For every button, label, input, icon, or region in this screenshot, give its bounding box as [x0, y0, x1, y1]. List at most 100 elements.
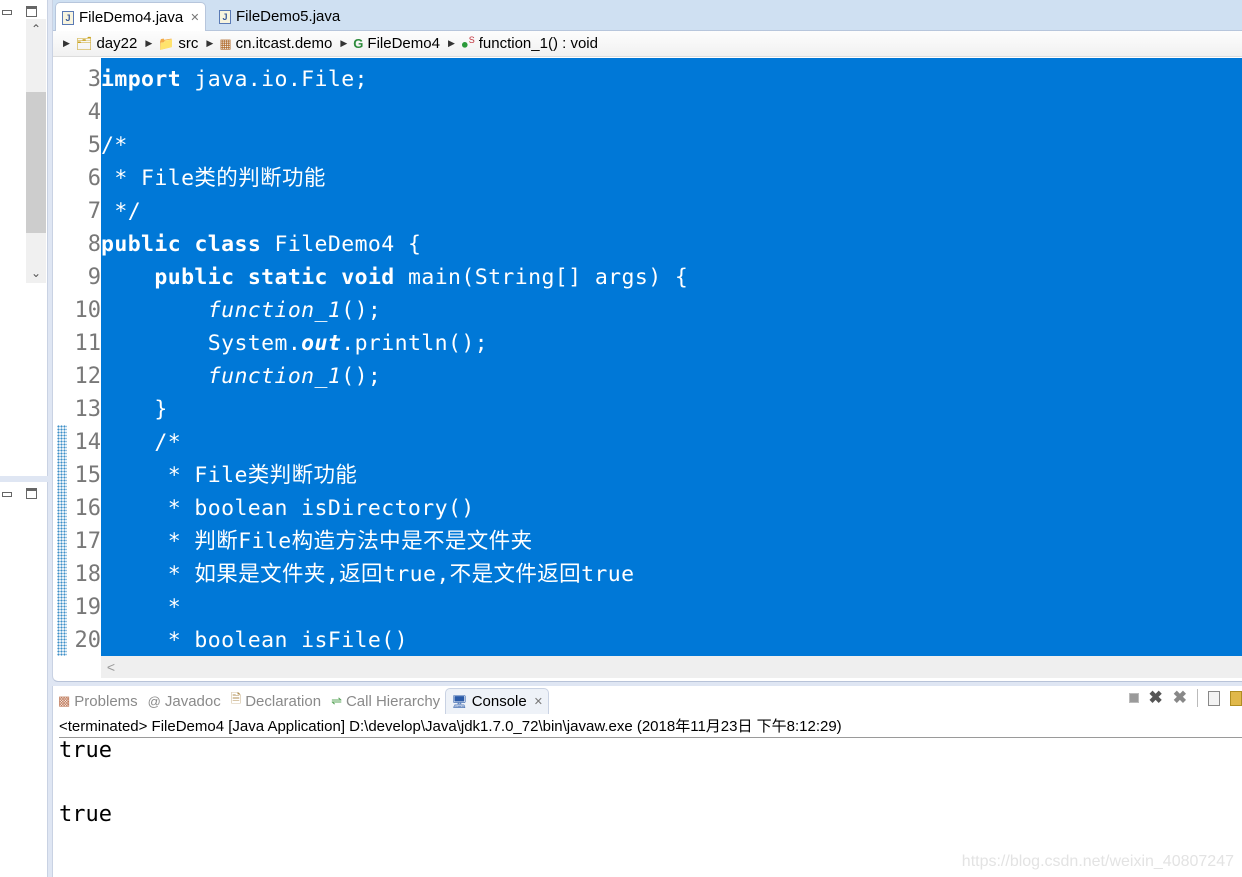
chevron-right-icon[interactable]: ▶ [63, 38, 70, 49]
tab-javadoc[interactable]: @ Javadoc [143, 688, 226, 714]
breadcrumb-item-src[interactable]: src [178, 35, 198, 52]
console-status: <terminated> FileDemo4 [Java Application… [59, 716, 1242, 738]
code-line[interactable]: * 判断File构造方法中是不是文件夹 [101, 525, 533, 558]
code-line[interactable]: * boolean isFile() [101, 624, 408, 657]
code-line[interactable]: /* [101, 129, 128, 162]
breadcrumb-item-package[interactable]: cn.itcast.demo [236, 35, 333, 52]
horizontal-scrollbar[interactable]: < [101, 656, 1242, 678]
tab-label: FileDemo4.java [79, 9, 184, 26]
code-line[interactable]: */ [101, 195, 141, 228]
tab-filedemo5[interactable]: J FileDemo5.java [213, 2, 346, 31]
tab-label: FileDemo5.java [236, 8, 341, 25]
code-line[interactable]: System.out.println(); [101, 327, 488, 360]
code-line[interactable]: function_1(); [101, 360, 381, 393]
tab-label: Declaration [245, 692, 322, 710]
line-number: 18 [74, 562, 102, 587]
close-icon[interactable]: ✕ [190, 11, 199, 24]
problems-icon: ▩ [58, 693, 71, 708]
scroll-left-icon[interactable]: < [103, 656, 119, 678]
static-method-icon: ●S [460, 35, 475, 52]
remove-all-terminated-icon[interactable]: ✖ [1173, 688, 1187, 708]
maximize-icon[interactable] [26, 6, 37, 17]
console-toolbar: ✖ ✖ [1128, 688, 1242, 708]
left-view-stack-bottom [0, 482, 48, 877]
line-number: 14 [74, 430, 102, 455]
code-line[interactable]: * File类的判断功能 [101, 162, 326, 195]
tab-problems[interactable]: ▩ Problems [53, 688, 143, 714]
console-output-line: true [59, 738, 112, 763]
terminate-icon[interactable] [1128, 693, 1139, 703]
breadcrumb-item-method[interactable]: function_1() : void [479, 35, 598, 52]
close-icon[interactable]: ✕ [534, 695, 543, 708]
tab-declaration[interactable]: 🗎 Declaration [226, 688, 326, 714]
code-line[interactable]: function_1(); [101, 294, 381, 327]
clear-console-icon[interactable] [1208, 690, 1220, 706]
chevron-right-icon[interactable]: ▶ [340, 38, 347, 49]
console-view: ▩ Problems @ Javadoc 🗎 Declaration ⇌ Cal… [52, 686, 1242, 877]
line-number: 10 [74, 298, 102, 323]
code-token: java.io.File; [181, 67, 368, 92]
code-token: /* [101, 133, 128, 158]
chevron-right-icon[interactable]: ▶ [206, 38, 213, 49]
scroll-up-icon[interactable]: ⌃ [26, 19, 46, 39]
code-token: } [101, 397, 168, 422]
code-line[interactable]: public static void main(String[] args) { [101, 261, 688, 294]
code-line[interactable]: * File类判断功能 [101, 459, 357, 492]
breadcrumb-item-class[interactable]: FileDemo4 [367, 35, 440, 52]
code-token: /* [101, 430, 182, 455]
tab-label: Javadoc [164, 692, 221, 710]
code-token: */ [101, 199, 142, 224]
line-number: 12 [74, 364, 102, 389]
chevron-right-icon[interactable]: ▶ [145, 38, 152, 49]
breadcrumb-item-project[interactable]: day22 [96, 35, 137, 52]
code-line[interactable]: } [101, 393, 168, 426]
line-number: 15 [74, 463, 102, 488]
keyword-token: class [194, 232, 262, 257]
scrollbar-thumb[interactable] [26, 92, 46, 233]
code-line[interactable]: import java.io.File; [101, 63, 368, 96]
maximize-icon[interactable] [26, 488, 37, 499]
line-number: 19 [74, 595, 102, 620]
code-line[interactable]: public class FileDemo4 { [101, 228, 421, 261]
selected-code[interactable]: import java.io.File; /* * File类的判断功能 */ pu… [101, 58, 1242, 656]
code-token: .println(); [341, 331, 489, 356]
code-line[interactable]: * [101, 591, 181, 624]
line-number: 4 [87, 100, 101, 125]
code-token: FileDemo4 { [261, 232, 422, 257]
java-file-icon: J [219, 9, 231, 24]
minimize-icon[interactable] [2, 492, 12, 497]
tab-call-hierarchy[interactable]: ⇌ Call Hierarchy [326, 688, 445, 714]
code-token: * 判断File构造方法中是不是文件夹 [101, 529, 533, 554]
code-line[interactable]: * 如果是文件夹,返回true,不是文件返回true [101, 558, 634, 591]
identifier-token: function_1 [207, 298, 342, 323]
project-folder-icon: 🗂 [75, 35, 93, 51]
line-number-gutter: 3 4 5 6 7 8 9 10 11 12 13 14 15 16 17 18 19 20 [67, 58, 101, 656]
tab-console[interactable]: 🖥 Console ✕ [445, 688, 549, 714]
minimize-icon[interactable] [2, 10, 12, 15]
tab-filedemo4[interactable]: J FileDemo4.java ✕ [55, 2, 207, 32]
vertical-scrollbar[interactable]: ⌃ ⌄ [26, 19, 46, 283]
line-number: 5 [87, 133, 101, 158]
line-number: 16 [74, 496, 102, 521]
line-number: 7 [87, 199, 101, 224]
keyword-token: public [154, 265, 235, 290]
keyword-token: void [341, 265, 395, 290]
source-folder-icon: 📁 [158, 35, 175, 51]
bottom-view-tabs: ▩ Problems @ Javadoc 🗎 Declaration ⇌ Cal… [53, 686, 1242, 714]
code-token: * boolean isFile() [101, 628, 408, 653]
console-output-line: true [59, 802, 112, 827]
remove-launch-icon[interactable]: ✖ [1149, 688, 1163, 708]
declaration-icon: 🗎 [230, 691, 242, 706]
code-line[interactable]: /* [101, 426, 181, 459]
code-token: * File类的判断功能 [101, 166, 326, 191]
scroll-down-icon[interactable]: ⌄ [26, 263, 46, 283]
code-line[interactable]: * boolean isDirectory() [101, 492, 475, 525]
tab-label: Problems [74, 692, 138, 710]
scroll-lock-icon[interactable] [1230, 690, 1242, 706]
chevron-right-icon[interactable]: ▶ [448, 38, 455, 49]
code-area[interactable]: 3 4 5 6 7 8 9 10 11 12 13 14 15 16 17 18 19 20 import jav… [53, 58, 1242, 656]
keyword-token: static [247, 265, 328, 290]
